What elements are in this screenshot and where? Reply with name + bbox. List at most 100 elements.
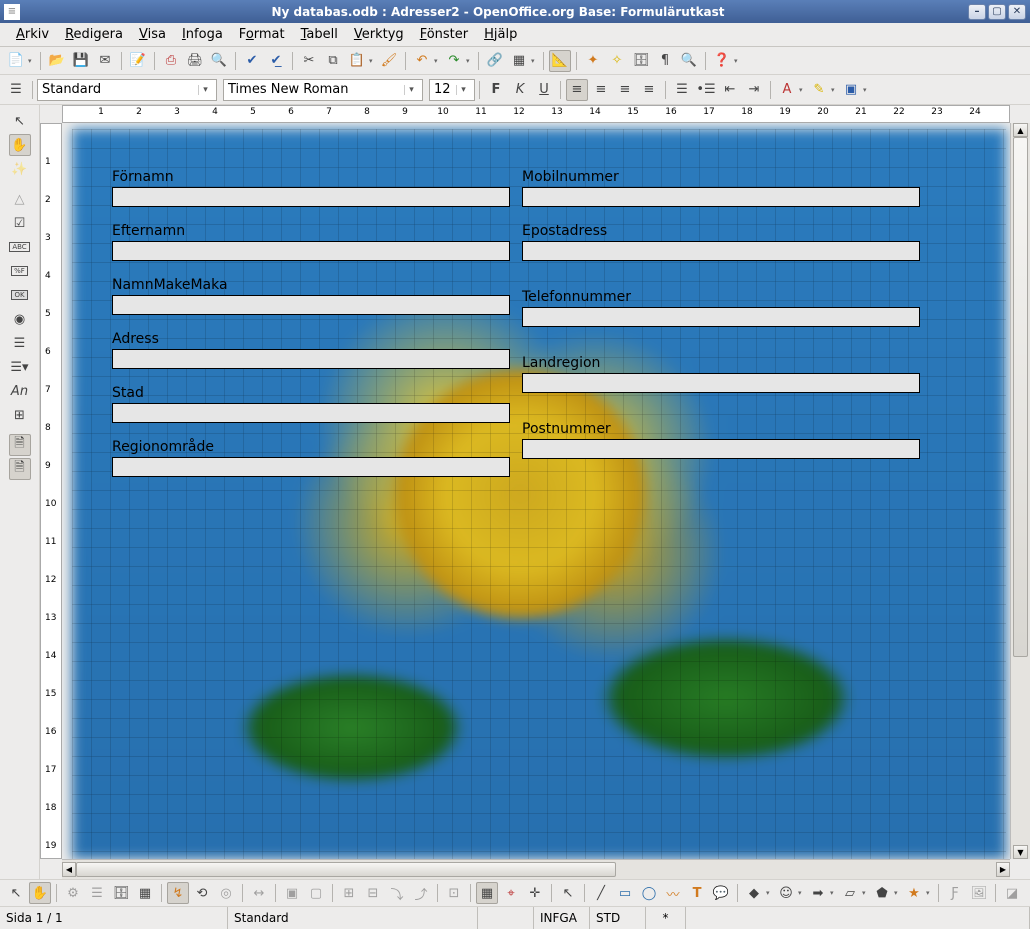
- fontwork-icon[interactable]: Ƒ: [944, 882, 966, 904]
- block-arrows-icon[interactable]: ➡: [807, 882, 829, 904]
- label-förnamn[interactable]: Förnamn: [112, 169, 174, 185]
- menu-verktyg[interactable]: Verktyg: [346, 25, 412, 44]
- ungroup-icon[interactable]: ⊟: [362, 882, 384, 904]
- paragraph-style-combo[interactable]: Standard ▾: [37, 79, 217, 101]
- tab-order-icon[interactable]: ↯: [167, 882, 189, 904]
- position-size-icon[interactable]: ↔: [248, 882, 270, 904]
- status-style[interactable]: Standard: [228, 907, 478, 929]
- callout-shapes-icon[interactable]: ⬟: [871, 882, 893, 904]
- hyperlink-icon[interactable]: 🔗: [484, 50, 506, 72]
- align-justify-icon[interactable]: ≡: [638, 79, 660, 101]
- add-field-icon[interactable]: ▦: [134, 882, 156, 904]
- status-page[interactable]: Sida 1 / 1: [0, 907, 228, 929]
- callout-draw-icon[interactable]: 💬: [710, 882, 732, 904]
- auto-focus-icon[interactable]: ◎: [215, 882, 237, 904]
- auto-spellcheck-icon[interactable]: ✔̲: [265, 50, 287, 72]
- menu-hjalp[interactable]: Hjälp: [476, 25, 525, 44]
- form-properties-icon[interactable]: ☰: [86, 882, 108, 904]
- help-icon[interactable]: ❓: [711, 50, 733, 72]
- insert-image-icon[interactable]: 🖼: [968, 882, 990, 904]
- star-shapes-icon[interactable]: ★: [903, 882, 925, 904]
- format-paintbrush-icon[interactable]: 🖌: [378, 50, 400, 72]
- copy-icon[interactable]: ⧉: [322, 50, 344, 72]
- basic-shapes-icon[interactable]: ◆: [743, 882, 765, 904]
- input-förnamn[interactable]: [112, 187, 510, 207]
- label-regionområde[interactable]: Regionområde: [112, 439, 214, 455]
- highlight-color-icon[interactable]: ✎: [808, 79, 830, 101]
- status-selection-mode[interactable]: STD: [590, 907, 646, 929]
- input-efternamn[interactable]: [112, 241, 510, 261]
- bulleted-list-icon[interactable]: •☰: [695, 79, 717, 101]
- ellipse-draw-icon[interactable]: ◯: [638, 882, 660, 904]
- edit-doc-icon[interactable]: 📝: [127, 50, 149, 72]
- nonprinting-chars-icon[interactable]: ¶: [654, 50, 676, 72]
- data-sources-icon[interactable]: 🗄: [630, 50, 652, 72]
- design-mode-toggle-icon[interactable]: ✋: [29, 882, 51, 904]
- input-landregion[interactable]: [522, 373, 920, 393]
- scroll-left-icon[interactable]: ◀: [62, 862, 76, 877]
- input-mobilnummer[interactable]: [522, 187, 920, 207]
- form-navigator-btn-icon[interactable]: 🗄: [110, 882, 132, 904]
- scroll-right-icon[interactable]: ▶: [996, 862, 1010, 877]
- cut-icon[interactable]: ✂: [298, 50, 320, 72]
- more-controls-icon[interactable]: An: [9, 380, 31, 402]
- scroll-up-icon[interactable]: ▲: [1013, 123, 1028, 137]
- menu-redigera[interactable]: Redigera: [57, 25, 131, 44]
- option-button-icon[interactable]: ◉: [9, 308, 31, 330]
- gallery-icon[interactable]: ✧: [606, 50, 628, 72]
- label-mobilnummer[interactable]: Mobilnummer: [522, 169, 619, 185]
- vertical-ruler[interactable]: 12345678910111213141516171819: [40, 123, 62, 859]
- bold-icon[interactable]: F: [485, 79, 507, 101]
- menu-tabell[interactable]: Tabell: [293, 25, 346, 44]
- open-readonly-icon[interactable]: ⟲: [191, 882, 213, 904]
- align-right-icon[interactable]: ≡: [614, 79, 636, 101]
- print-preview-icon[interactable]: 🔍: [208, 50, 230, 72]
- select-tool-icon[interactable]: ↖: [9, 110, 31, 132]
- label-adress[interactable]: Adress: [112, 331, 159, 347]
- font-color-icon[interactable]: A: [776, 79, 798, 101]
- scroll-thumb[interactable]: [76, 862, 616, 877]
- status-modified[interactable]: *: [646, 907, 686, 929]
- status-zoom[interactable]: [478, 907, 534, 929]
- menu-fonster[interactable]: Fönster: [412, 25, 476, 44]
- new-doc-icon[interactable]: 📄: [5, 50, 27, 72]
- display-grid-icon[interactable]: ▦: [476, 882, 498, 904]
- rectangle-draw-icon[interactable]: ▭: [614, 882, 636, 904]
- label-epostadress[interactable]: Epostadress: [522, 223, 607, 239]
- enter-group-icon[interactable]: ⤵: [386, 882, 408, 904]
- horizontal-ruler[interactable]: 123456789101112131415161718192021222324: [62, 105, 1010, 123]
- group-icon[interactable]: ⊞: [338, 882, 360, 904]
- label-postnummer[interactable]: Postnummer: [522, 421, 611, 437]
- input-namnmakemaka[interactable]: [112, 295, 510, 315]
- draw-select-icon[interactable]: ↖: [557, 882, 579, 904]
- underline-icon[interactable]: U: [533, 79, 555, 101]
- form-navigator-icon[interactable]: 🗎: [9, 458, 31, 480]
- table-insert-icon[interactable]: ▦: [508, 50, 530, 72]
- input-epostadress[interactable]: [522, 241, 920, 261]
- redo-icon[interactable]: ↷: [443, 50, 465, 72]
- label-efternamn[interactable]: Efternamn: [112, 223, 185, 239]
- exit-group-icon[interactable]: ⤴: [410, 882, 432, 904]
- alignment-icon[interactable]: ⊡: [443, 882, 465, 904]
- checkbox-control-icon[interactable]: ☑: [9, 212, 31, 234]
- formatted-field-icon[interactable]: %F: [9, 260, 31, 282]
- form-design-toggle-icon[interactable]: 📐: [549, 50, 571, 72]
- numbered-list-icon[interactable]: ☰: [671, 79, 693, 101]
- combobox-control-icon[interactable]: ☰▾: [9, 356, 31, 378]
- design-mode-icon[interactable]: ✋: [9, 134, 31, 156]
- spellcheck-icon[interactable]: ✔: [241, 50, 263, 72]
- label-stad[interactable]: Stad: [112, 385, 144, 401]
- scroll-down-icon[interactable]: ▼: [1013, 845, 1028, 859]
- page[interactable]: FörnamnEfternamnNamnMakeMakaAdressStadRe…: [62, 123, 1010, 859]
- form-more-icon[interactable]: ⊞: [9, 404, 31, 426]
- line-draw-icon[interactable]: ╱: [590, 882, 612, 904]
- paste-icon[interactable]: 📋: [346, 50, 368, 72]
- minimize-button[interactable]: –: [968, 4, 986, 20]
- vertical-scrollbar[interactable]: ▲ ▼: [1010, 123, 1030, 859]
- status-insert-mode[interactable]: INFGA: [534, 907, 590, 929]
- text-draw-icon[interactable]: T: [686, 882, 708, 904]
- select-tool-icon[interactable]: ↖: [5, 882, 27, 904]
- textbox-control-icon[interactable]: ABC: [9, 236, 31, 258]
- input-stad[interactable]: [112, 403, 510, 423]
- form-design-icon[interactable]: 🗎: [9, 434, 31, 456]
